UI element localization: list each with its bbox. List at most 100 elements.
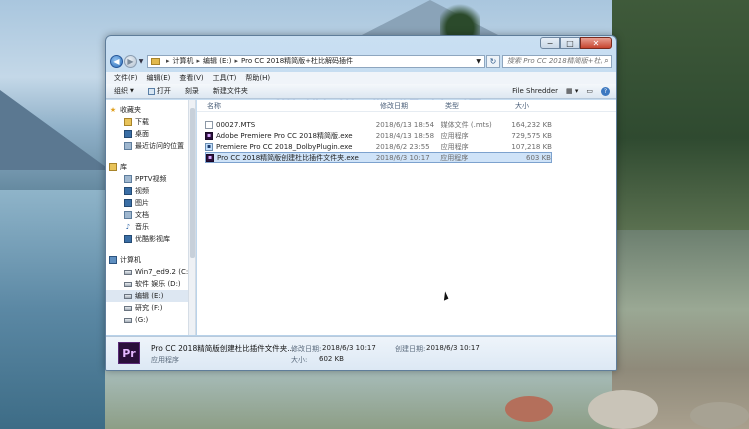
window-controls: − □ ✕ bbox=[540, 37, 612, 49]
details-modified-value: 2018/6/3 10:17 bbox=[322, 344, 376, 352]
search-input[interactable] bbox=[507, 57, 602, 65]
nav-label: 下载 bbox=[135, 118, 149, 126]
nav-drive-e[interactable]: 编辑 (E:) bbox=[106, 290, 195, 302]
scrollbar-thumb[interactable] bbox=[190, 108, 195, 258]
rock-scenery bbox=[690, 402, 749, 429]
nav-label: 研究 (F:) bbox=[135, 304, 163, 312]
open-label: 打开 bbox=[156, 87, 171, 95]
open-button[interactable]: 打开 bbox=[147, 86, 171, 96]
file-shredder-button[interactable]: File Shredder bbox=[512, 87, 558, 95]
breadcrumb-computer[interactable]: 计算机 bbox=[173, 56, 194, 66]
nav-label: Win7_ed9.2 (C:) bbox=[135, 268, 191, 276]
file-type: 应用程序 bbox=[440, 131, 469, 140]
view-options-icon[interactable]: ▦ ▾ bbox=[566, 87, 578, 95]
nav-item-music[interactable]: ♪ 音乐 bbox=[106, 221, 195, 233]
nav-item-pptv[interactable]: PPTV视频 bbox=[106, 173, 195, 185]
file-type: 应用程序 bbox=[440, 142, 469, 151]
nav-drive-d[interactable]: 软件 娱乐 (D:) bbox=[106, 278, 195, 290]
dolby-plugin-icon: ▪ bbox=[205, 142, 213, 151]
nav-label: (G:) bbox=[135, 316, 149, 324]
file-row[interactable]: 00027.MTS 2018/6/13 18:54 媒体文件 (.mts) 16… bbox=[205, 119, 552, 130]
breadcrumb-folder[interactable]: Pro CC 2018精简版+杜比解码插件 bbox=[241, 56, 353, 66]
column-header-name[interactable]: 名称 bbox=[197, 101, 373, 111]
column-headers: 名称 修改日期 类型 大小 bbox=[197, 100, 616, 112]
details-file-name: Pro CC 2018精简版创建杜比插件文件夹... bbox=[151, 344, 295, 353]
refresh-button[interactable]: ↻ bbox=[486, 54, 500, 68]
nav-favorites[interactable]: ★ 收藏夹 bbox=[106, 104, 195, 116]
star-icon: ★ bbox=[109, 106, 117, 114]
mouse-pointer-icon bbox=[440, 291, 449, 301]
forward-button[interactable]: ▶ bbox=[124, 54, 137, 68]
recent-pages-dropdown[interactable]: ▼ bbox=[137, 58, 145, 65]
nav-drive-g[interactable]: (G:) bbox=[106, 314, 195, 326]
computer-icon bbox=[109, 256, 117, 264]
nav-label: 编辑 (E:) bbox=[135, 292, 164, 300]
forest-scenery bbox=[612, 0, 749, 230]
nav-item-documents[interactable]: 文档 bbox=[106, 209, 195, 221]
nav-label: 计算机 bbox=[120, 256, 141, 264]
menu-view[interactable]: 查看(V) bbox=[179, 73, 203, 83]
maximize-button[interactable]: □ bbox=[560, 37, 580, 49]
nav-scrollbar[interactable] bbox=[188, 100, 195, 335]
address-bar[interactable]: ▸ 计算机 ▸ 编辑 (E:) ▸ Pro CC 2018精简版+杜比解码插件 … bbox=[147, 54, 485, 68]
breadcrumb-drive[interactable]: 编辑 (E:) bbox=[203, 56, 231, 66]
nav-item-pictures[interactable]: 图片 bbox=[106, 197, 195, 209]
explorer-window: − □ ✕ ◀ ▶ ▼ ▸ 计算机 ▸ 编辑 (E:) ▸ Pro CC 201… bbox=[105, 35, 617, 371]
tree-scenery bbox=[440, 0, 480, 40]
nav-libraries[interactable]: 库 bbox=[106, 161, 195, 173]
nav-item-recent[interactable]: 最近访问的位置 bbox=[106, 140, 195, 152]
search-icon[interactable]: ⌕ bbox=[602, 56, 611, 66]
nav-item-downloads[interactable]: 下载 bbox=[106, 116, 195, 128]
column-header-date[interactable]: 修改日期 bbox=[373, 101, 440, 111]
nav-drive-c[interactable]: Win7_ed9.2 (C:) bbox=[106, 266, 195, 278]
mountain-scenery bbox=[0, 90, 110, 170]
menu-edit[interactable]: 编辑(E) bbox=[147, 73, 171, 83]
organize-button[interactable]: 组织 ▼ bbox=[114, 86, 134, 96]
column-header-size[interactable]: 大小 bbox=[505, 101, 565, 111]
file-date: 2018/6/3 10:17 bbox=[375, 153, 430, 162]
column-header-type[interactable]: 类型 bbox=[440, 101, 505, 111]
chevron-right-icon: ▸ bbox=[196, 57, 201, 65]
drive-icon bbox=[124, 293, 132, 299]
preview-pane-icon[interactable]: ▭ bbox=[586, 87, 593, 95]
nav-item-videos[interactable]: 视频 bbox=[106, 185, 195, 197]
details-file-type: 应用程序 bbox=[151, 356, 179, 364]
file-name: Premiere Pro CC 2018_DolbyPlugin.exe bbox=[216, 142, 353, 151]
menu-help[interactable]: 帮助(H) bbox=[245, 73, 270, 83]
premiere-icon: Pr bbox=[118, 342, 140, 364]
nav-computer[interactable]: 计算机 bbox=[106, 254, 195, 266]
video-library-icon bbox=[124, 175, 132, 183]
search-box[interactable]: ⌕ bbox=[502, 54, 612, 68]
file-date: 2018/4/13 18:58 bbox=[375, 131, 435, 140]
minimize-button[interactable]: − bbox=[540, 37, 560, 49]
refresh-icon: ↻ bbox=[489, 56, 497, 66]
back-button[interactable]: ◀ bbox=[110, 54, 123, 68]
file-row-selected[interactable]: ▪ Pro CC 2018精简版创建杜比插件文件夹.exe 2018/6/3 1… bbox=[205, 152, 552, 163]
document-library-icon bbox=[124, 211, 132, 219]
nav-item-youku[interactable]: 优酷影视库 bbox=[106, 233, 195, 245]
new-folder-button[interactable]: 新建文件夹 bbox=[213, 86, 248, 96]
burn-button[interactable]: 刻录 bbox=[185, 86, 199, 96]
file-row[interactable]: ▪ Premiere Pro CC 2018_DolbyPlugin.exe 2… bbox=[205, 141, 552, 152]
file-list-pane: 名称 修改日期 类型 大小 00027.MTS 2018/6/13 18:54 … bbox=[197, 100, 616, 335]
library-icon bbox=[109, 163, 117, 171]
drive-icon bbox=[124, 281, 132, 287]
close-button[interactable]: ✕ bbox=[580, 37, 612, 49]
nav-item-desktop[interactable]: 桌面 bbox=[106, 128, 195, 140]
nav-label: PPTV视频 bbox=[135, 175, 167, 183]
file-row[interactable]: ▪ Adobe Premiere Pro CC 2018精简版.exe 2018… bbox=[205, 130, 552, 141]
file-size: 164,232 KB bbox=[511, 120, 552, 129]
file-size: 107,218 KB bbox=[511, 142, 552, 151]
folder-icon bbox=[151, 57, 160, 65]
menu-file[interactable]: 文件(F) bbox=[114, 73, 138, 83]
arrow-left-icon: ◀ bbox=[113, 56, 120, 66]
nav-drive-f[interactable]: 研究 (F:) bbox=[106, 302, 195, 314]
drive-icon bbox=[124, 305, 132, 311]
open-icon bbox=[147, 87, 155, 95]
nav-label: 音乐 bbox=[135, 223, 149, 231]
file-size: 603 KB bbox=[526, 153, 551, 162]
chevron-down-icon[interactable]: ▼ bbox=[476, 58, 481, 65]
menu-tools[interactable]: 工具(T) bbox=[213, 73, 237, 83]
help-icon[interactable]: ? bbox=[601, 86, 610, 96]
toolbar-right: File Shredder ▦ ▾ ▭ ? bbox=[504, 86, 610, 96]
